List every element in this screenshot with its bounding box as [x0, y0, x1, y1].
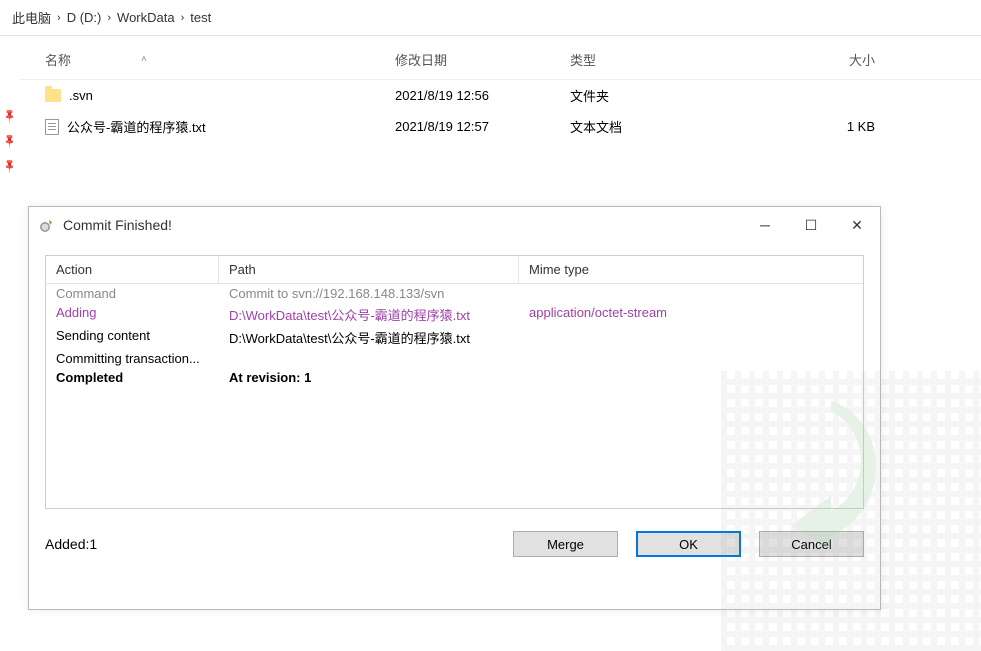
chevron-right-icon: ›	[107, 12, 111, 24]
chevron-right-icon: ›	[57, 12, 61, 24]
crumb-drive[interactable]: D (D:)	[67, 10, 102, 25]
commit-row[interactable]: Committing transaction...	[46, 349, 863, 368]
commit-row[interactable]: CompletedAt revision: 1	[46, 368, 863, 387]
commit-action: Adding	[46, 303, 219, 326]
commit-action: Command	[46, 284, 219, 303]
pin-icon: 📌	[2, 158, 19, 175]
commit-path	[219, 349, 519, 368]
column-header-date[interactable]: 修改日期	[395, 50, 570, 69]
column-header-size[interactable]: 大小	[765, 50, 875, 69]
commit-row[interactable]: Sending contentD:\WorkData\test\公众号-霸道的程…	[46, 326, 863, 349]
minimize-button[interactable]: ─	[742, 211, 788, 239]
commit-path: D:\WorkData\test\公众号-霸道的程序猿.txt	[219, 303, 519, 326]
commit-table-header: Action Path Mime type	[46, 256, 863, 284]
header-action[interactable]: Action	[46, 256, 219, 283]
commit-path: D:\WorkData\test\公众号-霸道的程序猿.txt	[219, 326, 519, 349]
column-name-label: 名称	[45, 50, 71, 69]
ok-button[interactable]: OK	[636, 531, 741, 557]
commit-row[interactable]: AddingD:\WorkData\test\公众号-霸道的程序猿.txtapp…	[46, 303, 863, 326]
column-header-name[interactable]: 名称 ˄	[45, 50, 395, 69]
commit-action: Sending content	[46, 326, 219, 349]
file-date: 2021/8/19 12:57	[395, 119, 570, 134]
commit-results-table: Action Path Mime type CommandCommit to s…	[45, 255, 864, 509]
commit-path: At revision: 1	[219, 368, 519, 387]
file-name: .svn	[69, 88, 93, 103]
breadcrumb[interactable]: 此电脑 › D (D:) › WorkData › test	[0, 0, 981, 36]
file-row[interactable]: 公众号-霸道的程序猿.txt 2021/8/19 12:57 文本文档 1 KB	[20, 111, 981, 142]
file-date: 2021/8/19 12:56	[395, 88, 570, 103]
file-size: 1 KB	[765, 119, 875, 134]
merge-button[interactable]: Merge	[513, 531, 618, 557]
commit-action: Completed	[46, 368, 219, 387]
status-text: Added:1	[45, 536, 495, 552]
commit-path: Commit to svn://192.168.148.133/svn	[219, 284, 519, 303]
crumb-pc[interactable]: 此电脑	[12, 8, 51, 27]
file-list-header: 名称 ˄ 修改日期 类型 大小	[20, 36, 981, 80]
pin-icon: 📌	[2, 108, 19, 125]
file-name: 公众号-霸道的程序猿.txt	[67, 117, 206, 136]
commit-action: Committing transaction...	[46, 349, 219, 368]
close-button[interactable]: ✕	[834, 211, 880, 239]
commit-row[interactable]: CommandCommit to svn://192.168.148.133/s…	[46, 284, 863, 303]
commit-mime	[519, 349, 863, 368]
pin-column: 📌 📌 📌	[0, 36, 20, 172]
commit-mime	[519, 326, 863, 349]
file-row[interactable]: .svn 2021/8/19 12:56 文件夹	[20, 80, 981, 111]
chevron-right-icon: ›	[181, 12, 185, 24]
file-list: 名称 ˄ 修改日期 类型 大小 .svn 2021/8/19 12:56 文件夹…	[20, 36, 981, 172]
pin-icon: 📌	[2, 133, 19, 150]
commit-mime	[519, 284, 863, 303]
crumb-test[interactable]: test	[190, 10, 211, 25]
maximize-button[interactable]: ☐	[788, 211, 834, 239]
folder-icon	[45, 89, 61, 102]
crumb-workdata[interactable]: WorkData	[117, 10, 175, 25]
dialog-titlebar[interactable]: Commit Finished! ─ ☐ ✕	[29, 207, 880, 243]
header-path[interactable]: Path	[219, 256, 519, 283]
tortoisesvn-icon	[39, 217, 55, 233]
file-type: 文本文档	[570, 117, 765, 136]
commit-mime	[519, 368, 863, 387]
commit-mime: application/octet-stream	[519, 303, 863, 326]
text-file-icon	[45, 119, 59, 135]
header-mime[interactable]: Mime type	[519, 256, 863, 283]
column-header-type[interactable]: 类型	[570, 50, 765, 69]
file-type: 文件夹	[570, 86, 765, 105]
commit-finished-dialog: Commit Finished! ─ ☐ ✕ Action Path Mime …	[28, 206, 881, 610]
sort-caret-icon: ˄	[141, 54, 147, 65]
dialog-title: Commit Finished!	[63, 217, 742, 233]
cancel-button[interactable]: Cancel	[759, 531, 864, 557]
